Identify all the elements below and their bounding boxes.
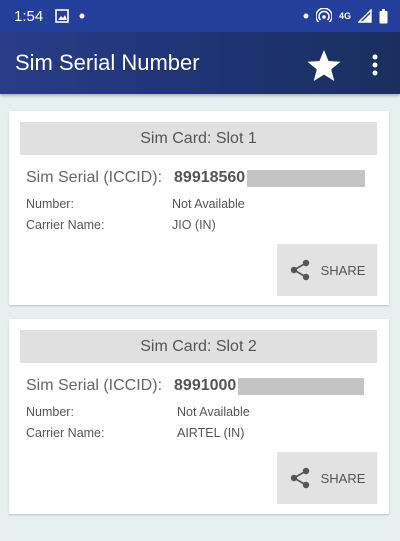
- number-value: Not Available: [172, 197, 245, 211]
- hotspot-icon: [315, 8, 332, 24]
- signal-icon: [358, 9, 372, 23]
- redacted-block: [238, 377, 365, 395]
- favorite-button[interactable]: [305, 48, 343, 84]
- card-header: Sim Card: Slot 2: [20, 330, 377, 363]
- serial-row: Sim Serial (ICCID): 8991000: [26, 377, 365, 395]
- overflow-menu-button[interactable]: [364, 50, 386, 80]
- share-label: SHARE: [320, 262, 366, 278]
- serial-label: Sim Serial (ICCID):: [26, 169, 163, 186]
- serial-label: Sim Serial (ICCID):: [26, 377, 163, 394]
- app-bar: Sim Serial Number: [0, 32, 400, 94]
- dot-notification-icon: [79, 13, 85, 19]
- redacted-block: [247, 169, 366, 187]
- network-type-label: 4G: [338, 11, 351, 21]
- share-label: SHARE: [320, 470, 366, 486]
- share-button[interactable]: SHARE: [277, 244, 377, 296]
- status-bar: 1:54 4G: [0, 0, 400, 32]
- status-time: 1:54: [14, 7, 44, 25]
- battery-icon: [379, 8, 388, 24]
- share-button[interactable]: SHARE: [277, 452, 377, 504]
- card-header: Sim Card: Slot 1: [20, 122, 377, 155]
- carrier-label: Carrier Name:: [26, 426, 105, 440]
- sim-card-slot-1: Sim Card: Slot 1 Sim Serial (ICCID): 899…: [9, 111, 389, 305]
- number-label: Number:: [26, 405, 74, 419]
- share-icon: [290, 259, 309, 281]
- app-title: Sim Serial Number: [15, 50, 200, 75]
- star-icon: [307, 50, 341, 81]
- carrier-label: Carrier Name:: [26, 218, 105, 232]
- more-vert-icon: [372, 54, 378, 76]
- carrier-value: AIRTEL (IN): [177, 426, 245, 440]
- serial-value: 89918560: [174, 169, 246, 186]
- dot-notification-icon: [303, 13, 309, 19]
- share-icon: [290, 467, 309, 489]
- number-value: Not Available: [177, 405, 250, 419]
- carrier-value: JIO (IN): [172, 218, 216, 232]
- status-indicators: 4G: [303, 8, 388, 24]
- sim-card-slot-2: Sim Card: Slot 2 Sim Serial (ICCID): 899…: [9, 319, 389, 514]
- number-label: Number:: [26, 197, 74, 211]
- serial-value: 8991000: [174, 377, 237, 394]
- serial-row: Sim Serial (ICCID): 89918560: [26, 169, 366, 187]
- gallery-notification-icon: [55, 9, 70, 23]
